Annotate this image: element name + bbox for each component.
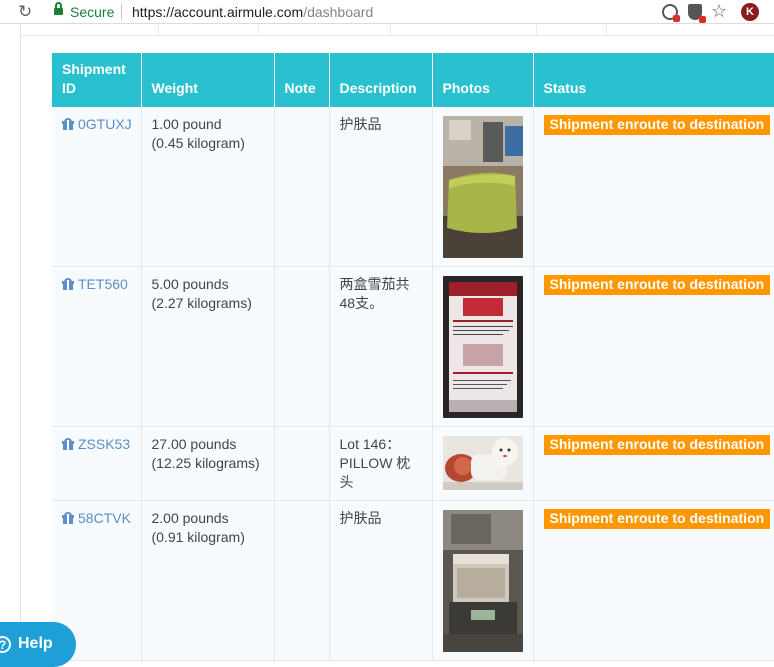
address-bar[interactable]: https://account.airmule.com/dashboard <box>132 4 373 20</box>
shipment-id: TET560 <box>78 276 128 292</box>
status-badge: Shipment enroute to destination <box>543 435 771 455</box>
gift-icon <box>62 118 74 130</box>
url-path: /dashboard <box>303 4 374 20</box>
secure-label: Secure <box>70 4 115 20</box>
weight-cell: 2.00 pounds (0.91 kilogram) <box>141 500 275 661</box>
weight-kilograms: (2.27 kilograms) <box>151 295 252 311</box>
shipment-photo[interactable] <box>442 436 523 490</box>
photo-cell <box>432 426 534 501</box>
shipments-table-container: Shipment ID Weight Note Description Phot… <box>52 53 774 663</box>
weight-cell: 27.00 pounds (12.25 kilograms) <box>141 426 275 501</box>
note-cell <box>274 107 330 267</box>
browser-toolbar: ↻ Secure https://account.airmule.com/das… <box>0 0 774 24</box>
shipment-link[interactable]: ZSSK53 <box>62 435 130 454</box>
strip-divider <box>606 24 607 36</box>
weight-cell: 5.00 pounds (2.27 kilograms) <box>141 266 275 427</box>
weight-kilograms: (12.25 kilograms) <box>151 455 260 471</box>
extension-icon[interactable] <box>662 4 680 22</box>
status-cell: Shipment enroute to destination <box>533 500 774 661</box>
shipment-id-cell: ZSSK53 <box>52 426 142 501</box>
table-row: ZSSK53 27.00 pounds (12.25 kilograms) Lo… <box>52 426 774 501</box>
help-button[interactable]: ? Help <box>0 622 76 667</box>
weight-kilograms: (0.45 kilogram) <box>151 135 245 151</box>
status-badge: Shipment enroute to destination <box>543 115 771 135</box>
description-cell: 两盒雪茄共48支。 <box>329 266 433 427</box>
status-cell: Shipment enroute to destination <box>533 426 774 501</box>
gift-icon <box>62 438 74 450</box>
profile-avatar[interactable]: K <box>741 3 759 21</box>
header-description: Description <box>329 53 433 107</box>
status-badge: Shipment enroute to destination <box>543 275 771 295</box>
shipment-id-cell: TET560 <box>52 266 142 427</box>
header-status: Status <box>533 53 774 107</box>
header-note: Note <box>274 53 330 107</box>
note-cell <box>274 266 330 427</box>
table-row: 0GTUXJ 1.00 pound (0.45 kilogram) 护肤品 Sh… <box>52 107 774 267</box>
weight-pounds: 2.00 pounds <box>151 510 229 526</box>
shipment-id-cell: 0GTUXJ <box>52 107 142 267</box>
top-strip <box>21 24 774 36</box>
header-photos: Photos <box>432 53 534 107</box>
strip-divider <box>258 24 259 36</box>
url-host: https://account.airmule.com <box>132 4 304 20</box>
help-label: Help <box>18 635 53 652</box>
weight-pounds: 1.00 pound <box>151 116 222 132</box>
status-cell: Shipment enroute to destination <box>533 107 774 267</box>
strip-divider <box>390 24 391 36</box>
weight-cell: 1.00 pound (0.45 kilogram) <box>141 107 275 267</box>
table-row: TET560 5.00 pounds (2.27 kilograms) 两盒雪茄… <box>52 266 774 427</box>
weight-kilograms: (0.91 kilogram) <box>151 529 245 545</box>
weight-pounds: 27.00 pounds <box>151 436 237 452</box>
table-row: 58CTVK 2.00 pounds (0.91 kilogram) 护肤品 S… <box>52 500 774 661</box>
page-border <box>20 24 21 667</box>
description-cell: Lot 146：PILLOW 枕头 <box>329 426 433 501</box>
url-divider <box>121 4 122 20</box>
shipment-photo[interactable] <box>442 116 523 258</box>
shipment-photo[interactable] <box>442 276 523 418</box>
shipment-id: ZSSK53 <box>78 436 131 452</box>
shipment-id: 0GTUXJ <box>78 116 132 132</box>
photo-cell <box>432 500 534 661</box>
strip-divider <box>158 24 159 36</box>
shipment-id: 58CTVK <box>78 510 131 526</box>
lock-icon <box>54 2 63 16</box>
description-cell: 护肤品 <box>329 500 433 661</box>
photo-cell <box>432 107 534 267</box>
photo-cell <box>432 266 534 427</box>
header-weight: Weight <box>141 53 275 107</box>
description-cell: 护肤品 <box>329 107 433 267</box>
header-shipment-id: Shipment ID <box>52 53 142 107</box>
gift-icon <box>62 278 74 290</box>
weight-pounds: 5.00 pounds <box>151 276 229 292</box>
note-cell <box>274 500 330 661</box>
note-cell <box>274 426 330 501</box>
shipment-photo[interactable] <box>442 510 523 652</box>
status-cell: Shipment enroute to destination <box>533 266 774 427</box>
shipment-link[interactable]: 58CTVK <box>62 509 131 528</box>
help-icon: ? <box>0 636 11 653</box>
gift-icon <box>62 512 74 524</box>
bookmark-star-icon[interactable]: ☆ <box>711 0 727 22</box>
shipment-link[interactable]: 0GTUXJ <box>62 115 132 134</box>
shipment-link[interactable]: TET560 <box>62 275 128 294</box>
shipments-table: Shipment ID Weight Note Description Phot… <box>52 53 774 661</box>
reload-icon[interactable]: ↻ <box>18 1 32 23</box>
table-header-row: Shipment ID Weight Note Description Phot… <box>52 53 774 107</box>
status-badge: Shipment enroute to destination <box>543 509 771 529</box>
strip-divider <box>536 24 537 36</box>
shield-extension-icon[interactable] <box>688 4 706 23</box>
